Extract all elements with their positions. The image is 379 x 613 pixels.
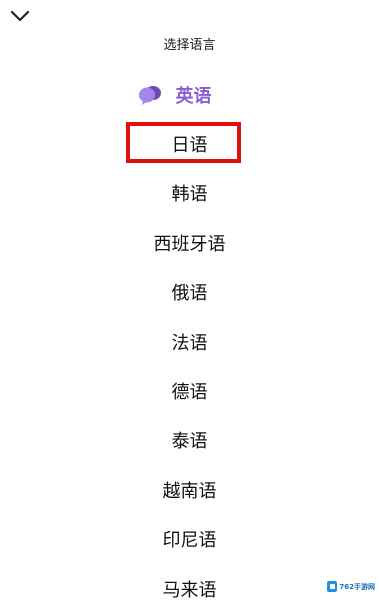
language-item-german[interactable]: 德语 xyxy=(0,366,379,415)
language-item-spanish[interactable]: 西班牙语 xyxy=(0,218,379,267)
language-label: 西班牙语 xyxy=(153,233,226,255)
highlight-box xyxy=(126,122,241,163)
speech-bubbles-icon xyxy=(139,85,161,105)
watermark-logo-icon xyxy=(327,581,338,592)
language-label: 德语 xyxy=(171,382,208,404)
language-label: 越南语 xyxy=(162,480,217,502)
language-label: 马来语 xyxy=(162,579,217,601)
language-label: 英语 xyxy=(175,85,212,107)
watermark: 762手游网 xyxy=(327,580,375,593)
watermark-text: 762手游网 xyxy=(339,582,375,591)
chevron-down-icon xyxy=(10,10,30,22)
language-item-thai[interactable]: 泰语 xyxy=(0,416,379,465)
language-label: 韩语 xyxy=(171,184,208,206)
language-item-indonesian[interactable]: 印尼语 xyxy=(0,515,379,564)
language-item-english[interactable]: 英语 xyxy=(0,70,379,119)
language-label: 法语 xyxy=(171,332,208,354)
language-label: 俄语 xyxy=(171,283,208,305)
language-item-malay[interactable]: 马来语 xyxy=(0,564,379,613)
language-label: 印尼语 xyxy=(162,530,217,552)
language-item-french[interactable]: 法语 xyxy=(0,317,379,366)
collapse-button[interactable] xyxy=(8,6,32,26)
language-item-russian[interactable]: 俄语 xyxy=(0,268,379,317)
sheet-title: 选择语言 xyxy=(163,38,216,53)
language-label: 泰语 xyxy=(171,431,208,453)
language-item-vietnamese[interactable]: 越南语 xyxy=(0,465,379,514)
language-item-korean[interactable]: 韩语 xyxy=(0,169,379,218)
